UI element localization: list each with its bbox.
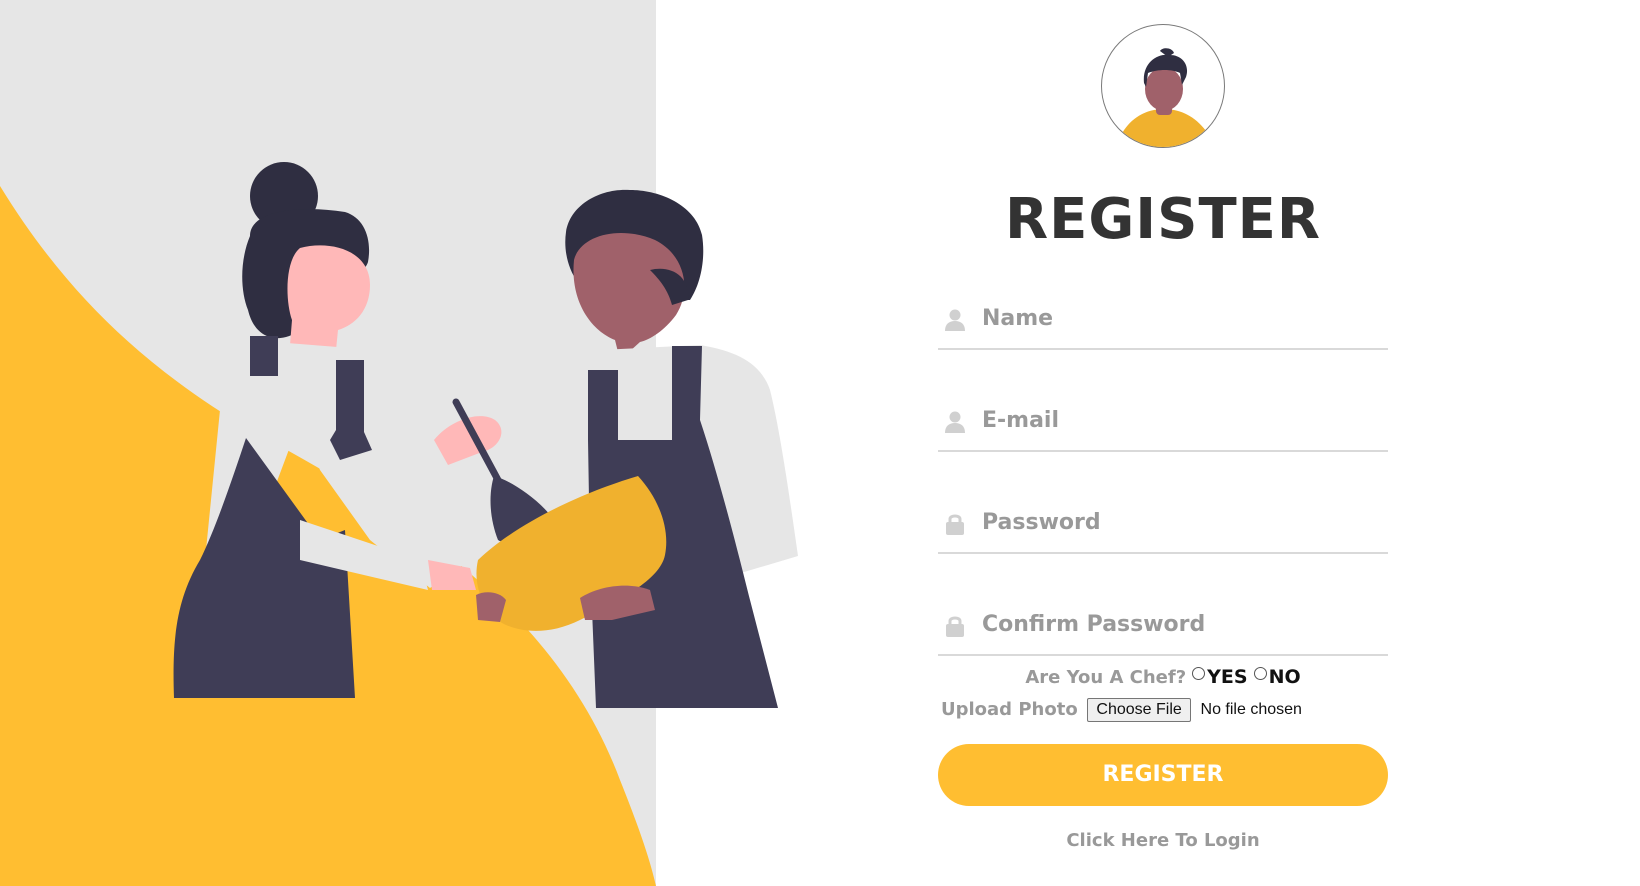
no-file-status: No file chosen bbox=[1200, 701, 1302, 718]
name-field bbox=[938, 290, 1388, 350]
chef-question-row: Are You A Chef? YES NO bbox=[938, 664, 1388, 691]
lock-icon bbox=[946, 616, 964, 637]
woman-chef-figure bbox=[173, 162, 502, 698]
chef-yes-radio[interactable] bbox=[1192, 667, 1206, 680]
chef-question-label: Are You A Chef? bbox=[1025, 667, 1187, 688]
page-title: REGISTER bbox=[1004, 187, 1322, 252]
upload-photo-row: Upload Photo Choose File No file chosen bbox=[941, 696, 1302, 724]
password-input[interactable] bbox=[982, 502, 1382, 542]
password-field bbox=[938, 494, 1388, 554]
avatar-person-icon bbox=[1120, 48, 1210, 147]
register-button[interactable]: REGISTER bbox=[938, 744, 1388, 806]
upload-photo-label: Upload Photo bbox=[941, 699, 1078, 720]
user-icon bbox=[945, 309, 965, 331]
choose-file-button[interactable]: Choose File bbox=[1087, 698, 1191, 722]
email-input[interactable] bbox=[982, 400, 1382, 440]
lock-icon bbox=[946, 514, 964, 535]
chef-no-radio[interactable] bbox=[1253, 667, 1267, 680]
profile-avatar bbox=[1101, 24, 1225, 148]
chef-yes-label[interactable]: YES bbox=[1207, 666, 1247, 688]
confirm-password-input[interactable] bbox=[982, 604, 1382, 644]
chef-no-label[interactable]: NO bbox=[1269, 666, 1301, 688]
register-page: REGISTER Are You A Chef? YES NO bbox=[0, 0, 1640, 886]
name-input[interactable] bbox=[982, 298, 1382, 338]
user-icon bbox=[945, 411, 965, 433]
login-link[interactable]: Click Here To Login bbox=[938, 830, 1388, 851]
email-field bbox=[938, 392, 1388, 452]
man-chef-figure bbox=[476, 189, 798, 708]
confirm-password-field bbox=[938, 596, 1388, 656]
chefs-illustration bbox=[173, 162, 798, 708]
